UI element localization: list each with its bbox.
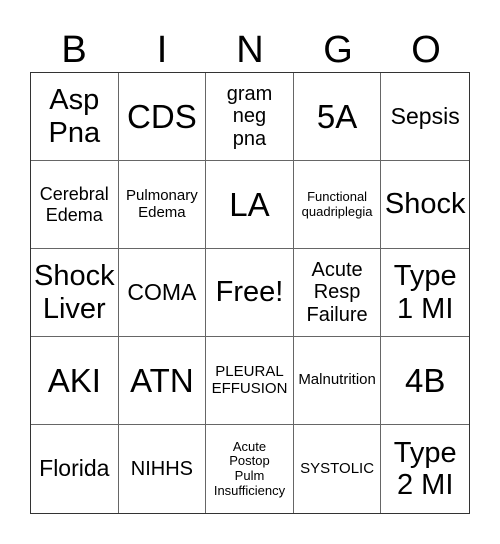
bingo-cell[interactable]: Functional quadriplegia [293,161,382,249]
bingo-cell[interactable]: PLEURAL EFFUSION [206,337,294,425]
bingo-cell[interactable]: ATN [118,337,207,425]
bingo-cell[interactable]: Florida [31,425,119,513]
bingo-cell[interactable]: Malnutrition [293,337,382,425]
bingo-cell[interactable]: Asp Pna [31,73,119,161]
bingo-cell[interactable]: 4B [381,337,469,425]
bingo-cell[interactable]: AKI [31,337,119,425]
bingo-cell[interactable]: Type 2 MI [381,425,469,513]
bingo-cell[interactable]: Acute Postop Pulm Insufficiency [206,425,294,513]
header-letter-i: I [156,29,168,71]
header-letter-g: G [323,29,353,71]
bingo-cell[interactable]: CDS [118,73,207,161]
bingo-cell[interactable]: 5A [293,73,382,161]
bingo-cell[interactable]: gram neg pna [206,73,294,161]
bingo-cell[interactable]: LA [206,161,294,249]
free-space-cell[interactable]: Free! [206,249,294,337]
bingo-header: B I N G O [30,28,470,72]
header-letter-o: O [411,29,441,71]
header-letter-b: B [61,29,87,71]
bingo-cell[interactable]: Shock [381,161,469,249]
bingo-cell[interactable]: NIHHS [119,425,207,513]
bingo-cell[interactable]: Sepsis [381,73,469,161]
bingo-cell[interactable]: Cerebral Edema [31,161,119,249]
bingo-cell[interactable]: SYSTOLIC [294,425,382,513]
bingo-cell[interactable]: Pulmonary Edema [118,161,207,249]
bingo-cell[interactable]: Type 1 MI [381,249,469,337]
bingo-grid: Asp Pna CDS gram neg pna 5A Sepsis Cerebral E… [30,72,470,514]
bingo-cell[interactable]: Shock Liver [31,249,119,337]
bingo-cell[interactable]: COMA [118,249,207,337]
bingo-cell[interactable]: Acute Resp Failure [293,249,382,337]
header-letter-n: N [236,29,264,71]
